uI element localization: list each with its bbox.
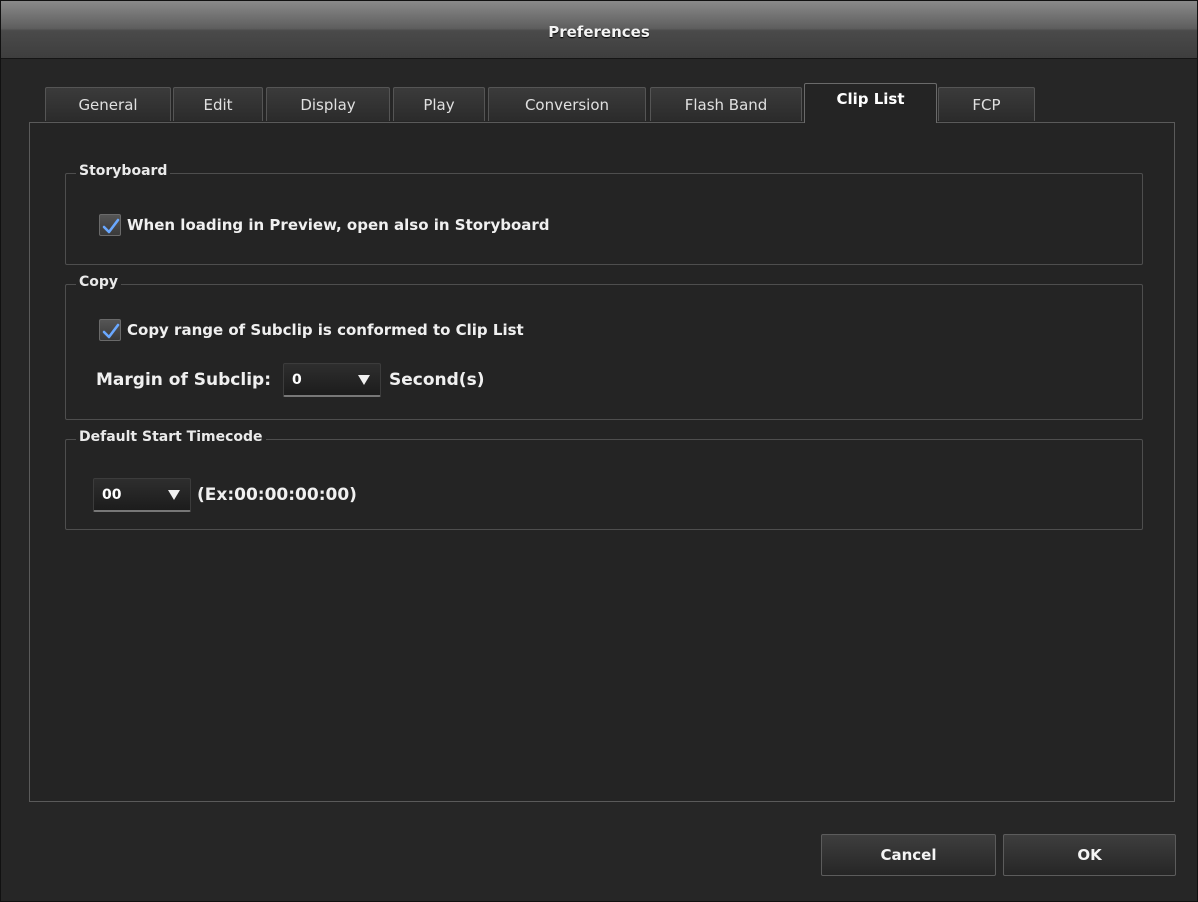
timecode-row: 00 (Ex:00:00:00:00) <box>93 478 357 512</box>
tab-conversion[interactable]: Conversion <box>488 87 646 121</box>
timecode-example-label: (Ex:00:00:00:00) <box>197 485 357 505</box>
tab-general[interactable]: General <box>45 87 171 121</box>
tab-play[interactable]: Play <box>393 87 485 121</box>
storyboard-group-title: Storyboard <box>76 163 171 179</box>
copy-range-checkbox-label: Copy range of Subclip is conformed to Cl… <box>127 321 524 339</box>
preferences-window: Preferences General Edit Display Play Co… <box>0 0 1198 902</box>
margin-label: Margin of Subclip: <box>96 370 271 390</box>
timecode-dropdown[interactable]: 00 <box>93 478 191 512</box>
title-bar[interactable]: Preferences <box>1 1 1197 59</box>
tab-bar: General Edit Display Play Conversion Fla… <box>1 59 1197 123</box>
margin-unit-label: Second(s) <box>389 370 485 390</box>
storyboard-checkbox[interactable] <box>99 214 121 236</box>
cancel-button[interactable]: Cancel <box>821 834 996 876</box>
tab-display[interactable]: Display <box>266 87 390 121</box>
copy-option-row[interactable]: Copy range of Subclip is conformed to Cl… <box>99 319 524 341</box>
tab-flash-band[interactable]: Flash Band <box>650 87 802 121</box>
copy-group: Copy Copy range of Subclip is conformed … <box>65 274 1143 420</box>
margin-dropdown-value: 0 <box>292 371 302 388</box>
chevron-down-icon <box>168 489 180 500</box>
chevron-down-icon <box>358 374 370 385</box>
timecode-dropdown-value: 00 <box>102 486 122 503</box>
default-start-timecode-group: Default Start Timecode 00 (Ex:00:00:00:0… <box>65 429 1143 530</box>
window-title: Preferences <box>548 23 650 41</box>
margin-dropdown[interactable]: 0 <box>283 363 381 397</box>
margin-row: Margin of Subclip: 0 Second(s) <box>96 363 484 397</box>
storyboard-group: Storyboard When loading in Preview, open… <box>65 163 1143 265</box>
check-icon <box>102 323 120 339</box>
tab-edit[interactable]: Edit <box>173 87 263 121</box>
tab-clip-list[interactable]: Clip List <box>804 83 937 123</box>
copy-range-checkbox[interactable] <box>99 319 121 341</box>
tab-fcp[interactable]: FCP <box>938 87 1035 121</box>
copy-group-title: Copy <box>76 274 122 290</box>
timecode-group-title: Default Start Timecode <box>76 429 266 445</box>
storyboard-checkbox-label: When loading in Preview, open also in St… <box>127 216 550 234</box>
check-icon <box>102 218 120 234</box>
tab-content-panel: Storyboard When loading in Preview, open… <box>29 122 1175 802</box>
storyboard-option-row[interactable]: When loading in Preview, open also in St… <box>99 214 550 236</box>
ok-button[interactable]: OK <box>1003 834 1176 876</box>
